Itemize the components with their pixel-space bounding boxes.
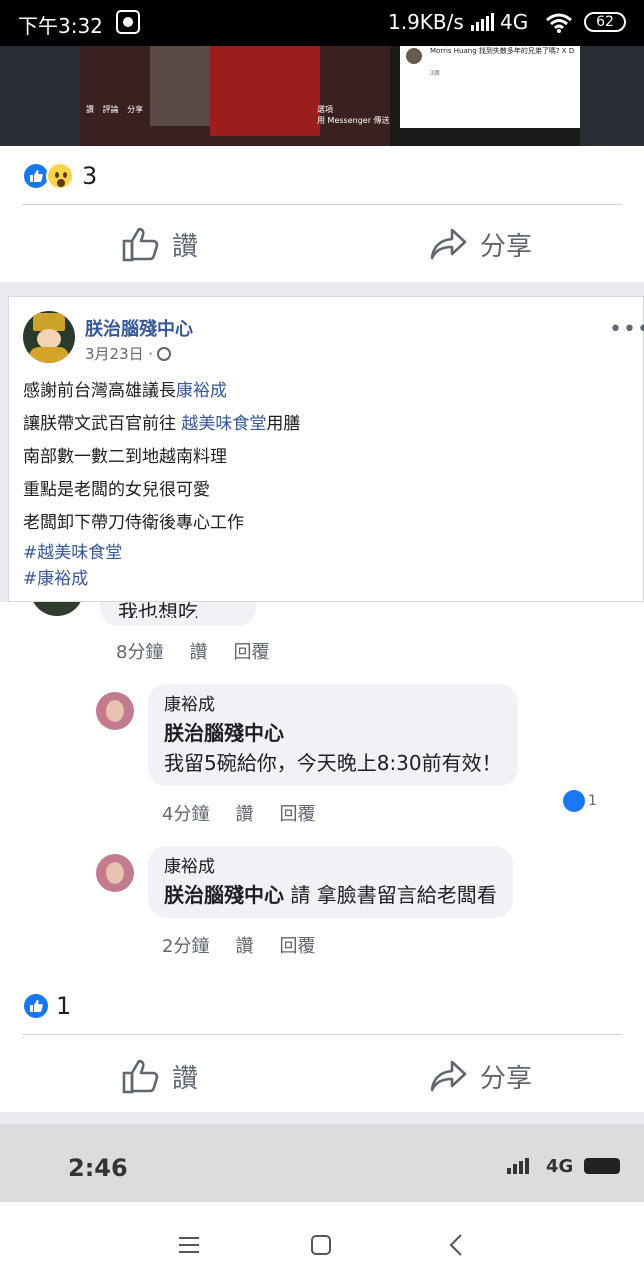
mention-link[interactable]: 康裕成: [176, 381, 227, 401]
comment-reply[interactable]: 回覆: [279, 932, 315, 958]
like-label: 讚: [172, 231, 199, 262]
embed-messenger[interactable]: 用 Messenger 傳送: [317, 115, 390, 126]
preview-time: 2:46: [68, 1154, 128, 1182]
thumbs-up-icon: [122, 227, 159, 262]
comment-bubble: 康裕成 朕治腦殘中心 我留5碗給你，今天晚上8:30前有效！: [148, 684, 518, 786]
reaction-count: 3: [82, 162, 98, 190]
commenter-name[interactable]: 康裕成: [164, 692, 502, 718]
post-footer-2: 1 讚 分享: [0, 974, 644, 1112]
place-link[interactable]: 越美味食堂: [181, 414, 266, 434]
comment-text: 我也想吃: [118, 602, 198, 618]
embed-action-bar: 讚 評論 分享 選項 用 Messenger 傳送: [80, 104, 400, 126]
mention-link[interactable]: 朕治腦殘中心: [164, 721, 284, 745]
comment-reply[interactable]: 回覆: [279, 800, 315, 826]
screen-record-icon: [116, 10, 140, 34]
post-body: 感謝前台灣高雄議長康裕成 讓朕帶文武百官前往 越美味食堂用膳 南部數一數二到地越…: [23, 375, 623, 592]
avatar: [30, 602, 84, 616]
home-icon[interactable]: [304, 1228, 338, 1262]
embedded-video-post[interactable]: 讚 評論 分享 選項 用 Messenger 傳送 Morris Huang 找…: [0, 46, 644, 146]
thumbs-up-icon: [122, 1059, 159, 1094]
reaction-summary[interactable]: 1: [22, 990, 71, 1022]
comment-time: 4分鐘: [162, 804, 210, 825]
wow-reaction-icon: [46, 162, 74, 190]
post-line: 讓朕帶文武百官前往 越美味食堂用膳: [23, 414, 301, 434]
hashtag-link[interactable]: #越美味食堂: [23, 540, 623, 566]
post-line: 老闆卸下帶刀侍衛後專心工作: [23, 513, 244, 533]
reaction-count: 1: [56, 992, 72, 1020]
like-button[interactable]: 讚: [122, 1052, 198, 1100]
navigation-bar: [0, 1202, 644, 1288]
embed-comment-text: Morris Huang 找到失散多年的兄弟了嗎? X D: [430, 47, 575, 55]
share-button[interactable]: 分享: [430, 220, 532, 268]
menu-icon[interactable]: [172, 1228, 206, 1262]
next-post-image-preview[interactable]: 2:46 4G: [0, 1124, 644, 1202]
network-speed: 1.9KB/s: [388, 10, 464, 34]
preview-network-type: 4G: [546, 1156, 574, 1177]
comment-text: 朕治腦殘中心 請 拿臉書留言給老闆看: [164, 883, 497, 907]
comment-meta: 8分鐘 讚 回覆: [116, 638, 269, 664]
status-time: 下午3:32: [18, 14, 103, 38]
divider: [22, 1034, 622, 1035]
avatar[interactable]: [23, 311, 75, 363]
commenter-name[interactable]: 康裕成: [164, 854, 497, 880]
embed-left-panel: [0, 46, 80, 146]
network-type: 4G: [500, 10, 529, 34]
share-label: 分享: [480, 231, 533, 262]
comment-like-badge[interactable]: 1: [556, 788, 601, 814]
comment-meta: 2分鐘 讚 回覆: [162, 932, 315, 958]
like-reaction-icon: [563, 790, 585, 812]
comment-text: 我留5碗給你，今天晚上8:30前有效！: [164, 751, 502, 775]
avatar: [406, 48, 422, 64]
globe-icon: [157, 346, 172, 361]
like-reaction-icon: [22, 992, 50, 1020]
comment-time: 2分鐘: [162, 936, 210, 957]
comment-like[interactable]: 讚: [235, 800, 253, 826]
comment-like[interactable]: 讚: [235, 932, 253, 958]
comment-screenshot: 我也想吃 8分鐘 讚 回覆 康裕成 朕治腦殘中心 我留5碗給你，今天晚上8:30…: [0, 602, 644, 974]
wifi-icon: [546, 13, 572, 33]
like-button[interactable]: 讚: [122, 220, 198, 268]
back-icon[interactable]: [440, 1228, 474, 1262]
comment-time: 8分鐘: [116, 642, 164, 663]
signal-icon: [507, 1158, 529, 1174]
embed-comment-card: Morris Huang 找到失散多年的兄弟了嗎? X D 3周: [400, 46, 580, 128]
embed-share[interactable]: 分享: [127, 104, 143, 115]
post-author[interactable]: 朕治腦殘中心: [85, 315, 193, 341]
reaction-summary[interactable]: 3: [22, 160, 97, 192]
post-card: 朕治腦殘中心 3月23日 · ••• 感謝前台灣高雄議長康裕成 讓朕帶文武百官前…: [8, 296, 644, 602]
comment-bubble: 康裕成 朕治腦殘中心 請 拿臉書留言給老闆看: [148, 846, 513, 918]
avatar: [96, 692, 134, 730]
status-bar: 下午3:32 1.9KB/s 4G 62: [0, 0, 644, 46]
embed-comment-time: 3周: [430, 70, 440, 77]
comment-like[interactable]: 讚: [189, 638, 207, 664]
post-line: 南部數一數二到地越南料理: [23, 447, 227, 467]
more-options-icon[interactable]: •••: [609, 317, 644, 342]
hashtag-link[interactable]: #康裕成: [23, 566, 623, 592]
post-meta: 3月23日 ·: [85, 343, 172, 364]
embed-options[interactable]: 選項: [317, 104, 333, 115]
battery-icon: [584, 1158, 620, 1174]
comment-meta: 4分鐘 讚 回覆: [162, 800, 315, 826]
avatar: [96, 854, 134, 892]
video-thumbnail[interactable]: [80, 46, 390, 146]
share-arrow-icon: [430, 228, 467, 260]
post-date[interactable]: 3月23日 ·: [85, 343, 153, 364]
comment-like-count: 1: [588, 793, 597, 809]
post-footer-1: 3 讚 分享: [0, 146, 644, 282]
share-arrow-icon: [430, 1060, 467, 1092]
embed-like[interactable]: 讚: [86, 104, 94, 115]
signal-icon: [471, 13, 494, 31]
like-label: 讚: [172, 1063, 199, 1094]
embed-right-panel: [580, 46, 644, 146]
divider: [22, 204, 622, 205]
comment-reply[interactable]: 回覆: [233, 638, 269, 664]
share-button[interactable]: 分享: [430, 1052, 532, 1100]
post-line: 感謝前台灣高雄議長康裕成: [23, 381, 227, 401]
post-line: 重點是老闆的女兒很可愛: [23, 480, 210, 500]
mention-link[interactable]: 朕治腦殘中心: [164, 883, 284, 907]
battery-icon: 62: [584, 12, 626, 32]
comment-text: 朕治腦殘中心: [164, 718, 502, 748]
embed-comment[interactable]: 評論: [103, 104, 119, 115]
share-label: 分享: [480, 1063, 533, 1094]
